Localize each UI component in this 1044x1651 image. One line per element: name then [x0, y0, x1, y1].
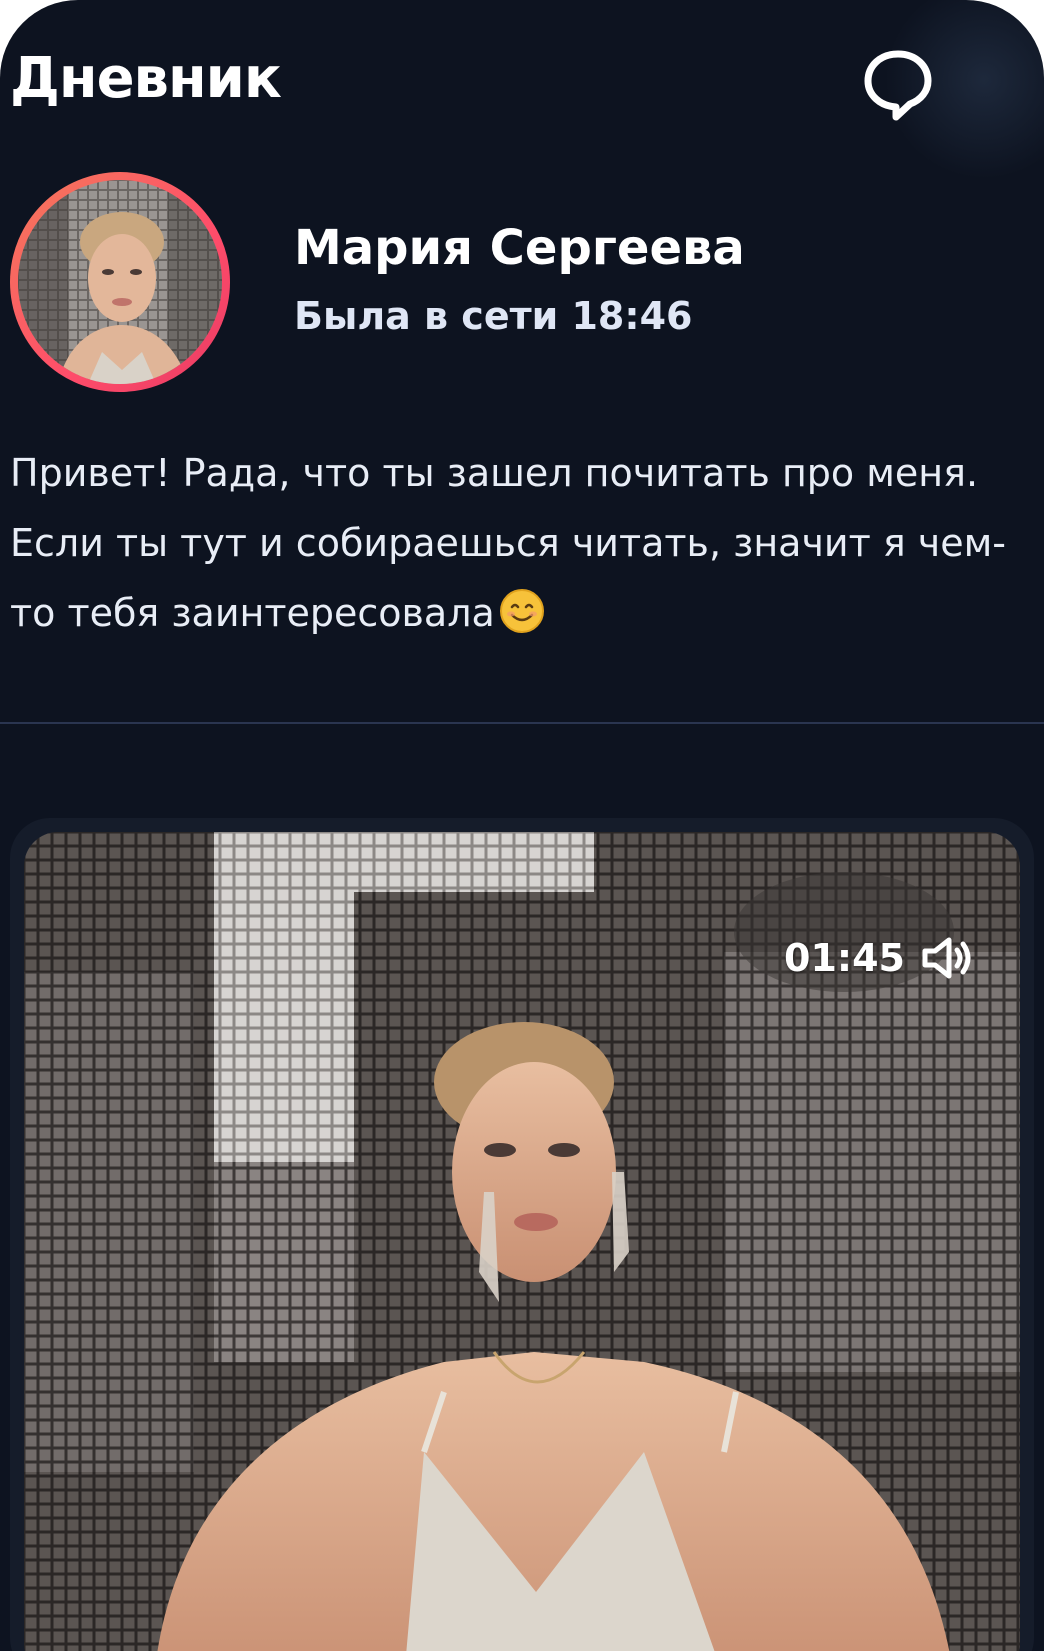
avatar-photo: [18, 180, 222, 384]
user-name: Мария Сергеева: [294, 220, 745, 276]
section-divider: [0, 722, 1044, 724]
chat-bubble-icon: [864, 50, 932, 121]
avatar-ring[interactable]: [10, 172, 230, 392]
video-player[interactable]: 01:45: [24, 832, 1020, 1651]
speaker-icon[interactable]: [919, 933, 975, 983]
media-card: 01:45: [10, 818, 1034, 1651]
chat-button[interactable]: [858, 44, 938, 124]
page-title: Дневник: [10, 46, 282, 111]
profile-header: Мария Сергеева Была в сети 18:46: [0, 170, 1044, 400]
last-seen-status: Была в сети 18:46: [294, 294, 693, 338]
top-bar: Дневник: [0, 40, 1044, 130]
smiling-face-emoji: [499, 589, 544, 633]
diary-screen: Дневник Мария Сергеева Была в сети 18:46…: [0, 0, 1044, 1651]
video-overlay: 01:45: [784, 928, 975, 988]
avatar[interactable]: [18, 180, 222, 384]
about-text: Привет! Рада, что ты зашел почитать про …: [10, 438, 1020, 648]
video-duration: 01:45: [784, 936, 905, 980]
